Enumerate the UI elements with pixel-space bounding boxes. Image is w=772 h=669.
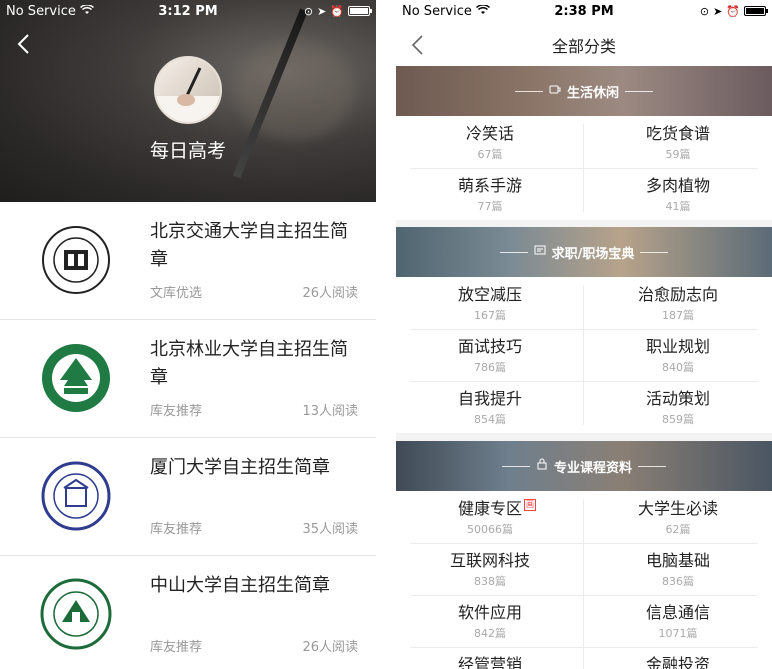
category-item[interactable]: 大学生必读 62篇 <box>592 491 764 543</box>
category-item[interactable]: 面试技巧 786篇 <box>404 329 576 381</box>
channel-avatar <box>154 56 222 124</box>
status-bar: No Service 3:12 PM ⊙ ➤ ⏰ <box>0 0 376 22</box>
section-header-life: 生活休闲 <box>396 66 772 116</box>
article-title: 中山大学自主招生简章 <box>150 575 330 596</box>
bjfu-logo <box>40 342 112 414</box>
article-reads: 26人阅读 <box>302 640 358 655</box>
article-source: 库友推荐 <box>150 640 203 655</box>
status-time: 3:12 PM <box>158 3 218 19</box>
category-item[interactable]: 多肉植物 41篇 <box>592 168 764 220</box>
channel-title: 每日高考 <box>149 140 226 162</box>
section-header-career: 求职/职场宝典 <box>396 227 772 277</box>
chevron-left-icon <box>17 34 29 54</box>
category-item[interactable]: 软件应用 842篇 <box>404 595 576 647</box>
page-title: 全部分类 <box>551 37 616 56</box>
category-item[interactable]: 健康专区画 50066篇 <box>404 491 576 543</box>
cup-icon <box>549 83 561 99</box>
article-source: 库友推荐 <box>150 404 203 419</box>
screen-gap <box>376 0 396 669</box>
status-time: 2:38 PM <box>554 3 614 19</box>
section-header-courses: 专业课程资料 <box>396 441 772 491</box>
list-item[interactable]: 北京林业大学自主招生简章 库友推荐 13人阅读 <box>0 320 376 438</box>
article-source: 文库优选 <box>150 286 203 301</box>
article-reads: 13人阅读 <box>302 404 358 419</box>
article-title: 北京林业大学自主招生简章 <box>150 339 348 388</box>
article-source: 库友推荐 <box>150 522 203 537</box>
category-item[interactable]: 放空减压 167篇 <box>404 277 576 329</box>
article-reads: 35人阅读 <box>302 522 358 537</box>
category-grid: 健康专区画 50066篇 大学生必读 62篇 互联网科技 838篇 电脑基础 836篇 … <box>396 491 772 669</box>
category-item[interactable]: 萌系手游 77篇 <box>404 168 576 220</box>
category-item[interactable]: 职业规划 840篇 <box>592 329 764 381</box>
lock-icon <box>536 458 548 474</box>
category-item[interactable]: 自我提升 854篇 <box>404 381 576 433</box>
category-item[interactable]: 活动策划 859篇 <box>592 381 764 433</box>
hot-badge: 画 <box>524 499 536 511</box>
right-screen: No Service 2:38 PM ⊙ ➤ ⏰ 全部分类 生活休闲 冷笑话 6… <box>396 0 772 669</box>
category-item[interactable]: 吃货食谱 59篇 <box>592 116 764 168</box>
article-reads: 26人阅读 <box>302 286 358 301</box>
battery-icon <box>348 6 372 16</box>
list-item[interactable]: 厦门大学自主招生简章 库友推荐 35人阅读 <box>0 438 376 556</box>
category-item[interactable]: 互联网科技 838篇 <box>404 543 576 595</box>
list-item[interactable]: 北京交通大学自主招生简章 文库优选 26人阅读 <box>0 202 376 320</box>
article-title: 北京交通大学自主招生简章 <box>150 221 348 270</box>
battery-icon <box>744 6 768 16</box>
category-grid: 冷笑话 67篇 吃货食谱 59篇 萌系手游 77篇 多肉植物 41篇 <box>396 116 772 220</box>
category-item[interactable]: 治愈励志向 187篇 <box>592 277 764 329</box>
category-item[interactable]: 经管营销 <box>404 647 576 669</box>
sysu-logo <box>40 578 112 650</box>
category-item[interactable]: 冷笑话 67篇 <box>404 116 576 168</box>
article-list: 北京交通大学自主招生简章 文库优选 26人阅读 北京林业大学自主招生简章 库友推… <box>0 202 376 669</box>
left-screen: No Service 3:12 PM ⊙ ➤ ⏰ 每日高考 北京交通大学自主招生… <box>0 0 376 669</box>
section-title: 生活休闲 <box>566 85 619 101</box>
xmu-logo <box>40 460 112 532</box>
briefcase-icon <box>534 244 546 260</box>
category-item[interactable]: 电脑基础 836篇 <box>592 543 764 595</box>
list-item[interactable]: 中山大学自主招生简章 库友推荐 26人阅读 <box>0 556 376 669</box>
status-bar: No Service 2:38 PM ⊙ ➤ ⏰ <box>396 0 772 22</box>
section-title: 求职/职场宝典 <box>551 246 635 262</box>
category-item[interactable]: 金融投资 <box>592 647 764 669</box>
back-button[interactable] <box>14 32 34 56</box>
article-title: 厦门大学自主招生简章 <box>150 457 330 478</box>
bjtu-logo <box>40 224 112 296</box>
section-title: 专业课程资料 <box>553 460 632 476</box>
category-item[interactable]: 信息通信 1071篇 <box>592 595 764 647</box>
category-grid: 放空减压 167篇 治愈励志向 187篇 面试技巧 786篇 职业规划 840篇 自我提… <box>396 277 772 433</box>
